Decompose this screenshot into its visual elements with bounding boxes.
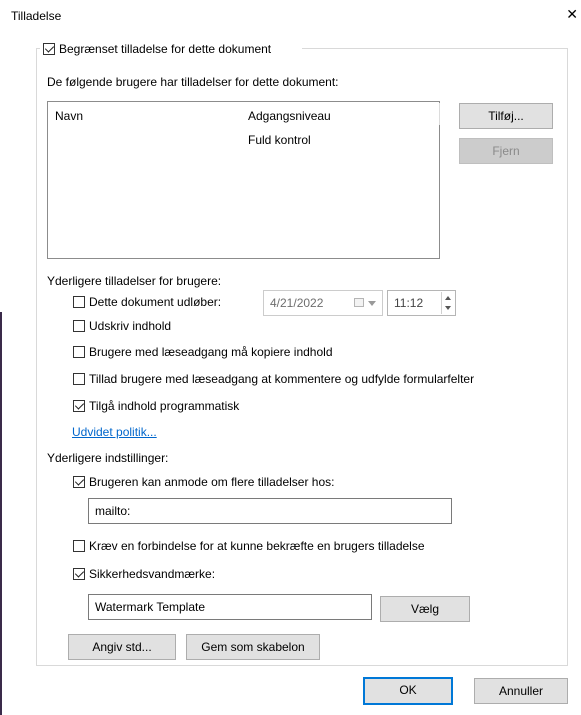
watermark-template-input[interactable]: Watermark Template — [88, 594, 372, 620]
set-defaults-button[interactable]: Angiv std... — [68, 634, 176, 660]
users-list[interactable] — [47, 101, 440, 259]
programmatic-checkbox[interactable] — [73, 400, 85, 412]
restrict-checkbox[interactable] — [43, 43, 55, 55]
time-spinner[interactable] — [441, 292, 455, 314]
spin-up-icon[interactable] — [445, 296, 451, 300]
expires-label: Dette dokument udløber: — [89, 295, 222, 309]
expiry-time-value: 11:12 — [394, 296, 424, 310]
column-header-access[interactable]: Adgangsniveau — [248, 109, 331, 123]
calendar-icon[interactable] — [354, 298, 364, 307]
request-checkbox[interactable] — [73, 476, 85, 488]
cancel-button[interactable]: Annuller — [474, 678, 568, 704]
expiry-date-picker[interactable]: 4/21/2022 — [263, 290, 383, 316]
request-label: Brugeren kan anmode om flere tilladelser… — [89, 475, 335, 489]
request-email-input[interactable]: mailto: — [88, 498, 452, 524]
comment-checkbox[interactable] — [73, 373, 85, 385]
dialog-title: Tilladelse — [11, 9, 62, 23]
chevron-down-icon[interactable] — [368, 301, 376, 306]
choose-watermark-button[interactable]: Vælg — [380, 596, 470, 622]
expires-checkbox[interactable] — [73, 296, 85, 308]
expiry-date-value: 4/21/2022 — [270, 296, 324, 310]
advanced-policy-link[interactable]: Udvidet politik... — [72, 425, 157, 439]
remove-user-button[interactable]: Fjern — [459, 138, 553, 164]
copy-checkbox[interactable] — [73, 346, 85, 358]
expiry-time-field[interactable]: 11:12 — [387, 290, 456, 316]
users-heading: De følgende brugere har tilladelser for … — [47, 75, 339, 89]
additional-permissions-heading: Yderligere tilladelser for brugere: — [47, 274, 222, 288]
additional-settings-heading: Yderligere indstillinger: — [47, 451, 169, 465]
add-user-button[interactable]: Tilføj... — [459, 103, 553, 129]
comment-label: Tillad brugere med læseadgang at komment… — [89, 372, 475, 386]
save-as-template-button[interactable]: Gem som skabelon — [186, 634, 320, 660]
ok-button[interactable]: OK — [363, 677, 453, 705]
column-separator — [439, 103, 440, 125]
programmatic-label: Tilgå indhold programmatisk — [89, 399, 240, 413]
spin-down-icon[interactable] — [445, 306, 451, 310]
connection-checkbox[interactable] — [73, 540, 85, 552]
watermark-label: Sikkerhedsvandmærke: — [89, 567, 216, 581]
print-checkbox[interactable] — [73, 320, 85, 332]
print-label: Udskriv indhold — [89, 319, 172, 333]
watermark-checkbox[interactable] — [73, 568, 85, 580]
connection-label: Kræv en forbindelse for at kunne bekræft… — [89, 539, 425, 553]
close-icon[interactable]: ✕ — [566, 7, 578, 21]
user-access-value[interactable]: Fuld kontrol — [248, 133, 311, 147]
window-edge — [0, 312, 2, 715]
copy-label: Brugere med læseadgang må kopiere indhol… — [89, 345, 333, 359]
column-header-name[interactable]: Navn — [55, 109, 83, 123]
restrict-label: Begrænset tilladelse for dette dokument — [59, 42, 272, 56]
